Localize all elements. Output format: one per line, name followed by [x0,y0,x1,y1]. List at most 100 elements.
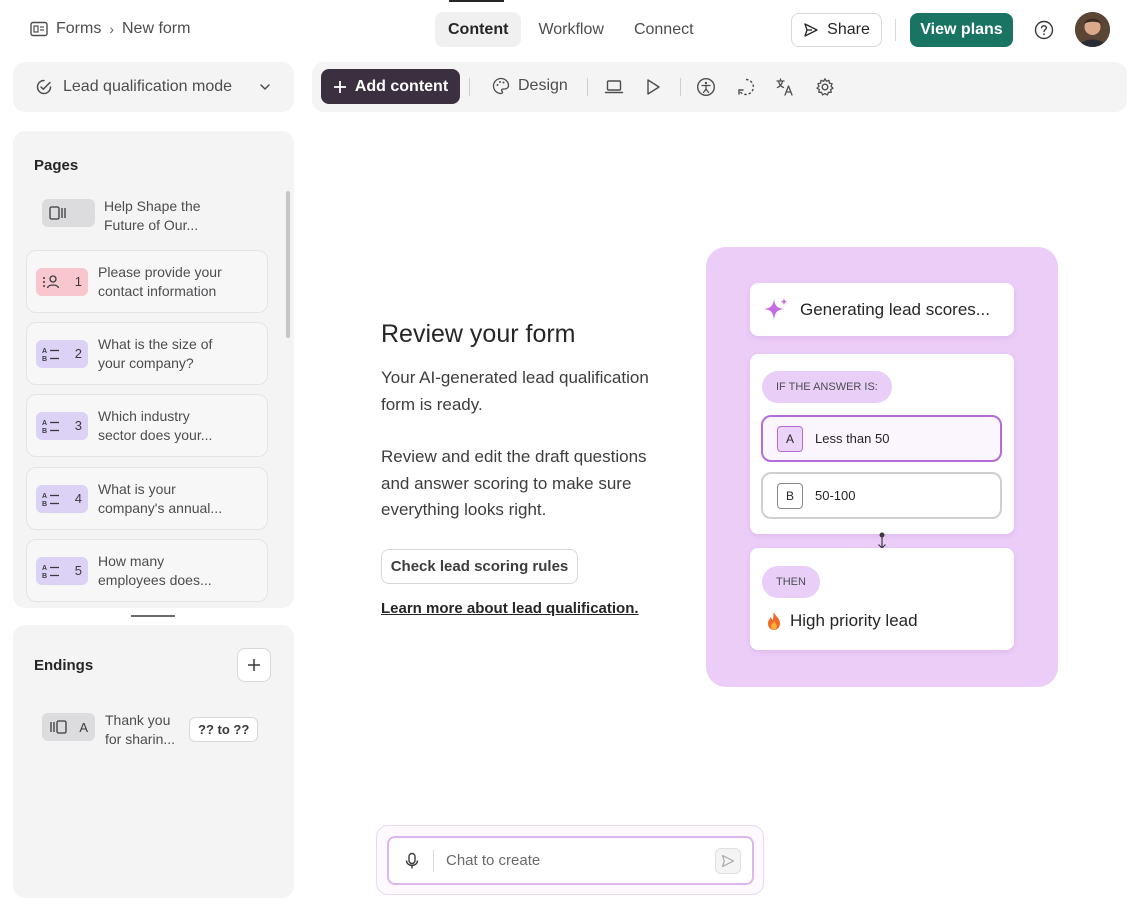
result-text: High priority lead [790,611,918,630]
tab-connect[interactable]: Connect [621,12,707,47]
design-label: Design [518,77,568,94]
plus-icon [248,659,260,671]
check-lead-scoring-button[interactable]: Check lead scoring rules [381,549,578,584]
share-label: Share [827,21,870,38]
accessibility-icon[interactable] [696,77,716,97]
option-text: 50-100 [815,488,856,503]
breadcrumb: Forms › New form [30,20,190,38]
multiple-choice-icon: AB [42,420,59,434]
generating-card: Generating lead scores... [750,283,1014,336]
ending-title: Thank you for sharin... [105,712,176,747]
score-range-tag[interactable]: ?? to ?? [189,717,259,742]
welcome-page-title: Help Shape the Future of Our... [104,198,201,233]
lead-scoring-illustration: Generating lead scores... IF THE ANSWER … [706,247,1058,687]
welcome-screen-icon [49,206,66,220]
pages-scrollbar[interactable] [286,191,290,338]
send-button[interactable] [715,847,741,874]
translate-icon[interactable] [775,77,795,97]
review-description: Your AI-generated lead qualification for… [381,368,649,414]
chat-input[interactable] [446,852,706,869]
fire-icon [768,612,780,630]
page-item[interactable]: AB 3 Which industry sector does your... [26,394,268,457]
review-instructions: Review and edit the draft questions and … [381,447,647,519]
page-title: Which industry sector does your... [98,407,213,443]
welcome-page-item[interactable]: Help Shape the Future of Our... [42,198,234,235]
main-tabs: Content Workflow Connect [435,12,707,47]
palette-icon [492,77,510,95]
generating-text: Generating lead scores... [800,299,990,319]
design-button[interactable]: Design [492,77,568,95]
svg-text:A: A [42,420,47,427]
multiple-choice-icon: AB [42,348,59,362]
svg-text:A: A [42,348,47,355]
page-item[interactable]: AB 2 What is the size of your company? [26,322,268,385]
pages-panel: Pages Help Shape the Future of Our... 1 … [13,131,294,608]
logic-icon[interactable] [736,77,756,97]
learn-more-link[interactable]: Learn more about lead qualification. [381,600,639,617]
page-title: What is your company's annual... [98,480,223,516]
tab-content[interactable]: Content [435,12,522,47]
page-title: What is the size of your company? [98,335,213,371]
add-ending-button[interactable] [237,648,271,682]
mode-selector[interactable]: Lead qualification mode [13,62,294,112]
ending-letter: A [79,719,88,735]
ending-badge: A [42,713,95,741]
page-number: 3 [74,418,82,433]
target-check-icon [36,79,52,95]
choice-question-badge: AB 3 [36,411,88,440]
ending-item[interactable]: A Thank you for sharin... ?? to ?? [42,712,259,749]
svg-text:A: A [42,493,47,500]
page-item[interactable]: AB 4 What is your company's annual... [26,467,268,530]
svg-text:B: B [42,573,47,579]
toolbar-divider [469,78,470,96]
svg-text:B: B [42,428,47,434]
microphone-icon[interactable] [403,852,421,870]
choice-question-badge: AB 4 [36,484,88,513]
page-item[interactable]: 1 Please provide your contact informatio… [26,250,268,313]
welcome-screen-badge [42,199,95,227]
svg-text:B: B [42,356,47,362]
multiple-choice-icon: AB [42,565,59,579]
condition-card: IF THE ANSWER IS: A Less than 50 B 50-10… [750,354,1014,534]
breadcrumb-current: New form [122,20,191,37]
svg-text:B: B [42,501,47,507]
svg-text:A: A [42,565,47,572]
choice-question-badge: AB 5 [36,556,88,585]
editor-toolbar: Add content Design [312,62,1127,112]
send-icon [721,854,735,867]
sparkle-icon [764,297,788,320]
share-button[interactable]: Share [791,13,882,47]
user-avatar[interactable] [1075,12,1110,47]
help-icon[interactable] [1034,20,1054,40]
breadcrumb-forms-link[interactable]: Forms [56,20,101,38]
chat-divider [433,849,434,872]
endings-panel: Endings A Thank you for sharin... ?? to … [13,625,294,898]
chevron-down-icon [260,84,270,90]
page-title: Please provide your contact information [98,263,222,299]
result-row: High priority lead [766,611,918,631]
multiple-choice-icon: AB [42,493,59,507]
send-icon [804,23,818,37]
chevron-right-icon: › [109,21,114,37]
chat-input-box [387,836,754,885]
toolbar-divider [680,78,681,96]
page-number: 1 [74,274,82,289]
option-letter: A [777,425,803,452]
page-item[interactable]: AB 5 How many employees does... [26,539,268,602]
play-icon[interactable] [643,77,663,97]
toolbar-divider [587,78,588,96]
laptop-icon[interactable] [604,77,624,97]
option-text: Less than 50 [815,431,890,446]
answer-option: B 50-100 [761,472,1002,519]
panel-resize-handle[interactable] [131,615,175,617]
choice-question-badge: AB 2 [36,339,88,368]
chat-composer [376,825,764,895]
add-content-button[interactable]: Add content [321,69,460,104]
form-icon [30,21,48,37]
contact-question-badge: 1 [36,267,88,296]
page-title: How many employees does... [98,552,212,588]
tab-workflow[interactable]: Workflow [525,12,617,47]
view-plans-button[interactable]: View plans [910,13,1013,47]
settings-gear-icon[interactable] [815,77,835,97]
endings-heading: Endings [34,657,94,674]
